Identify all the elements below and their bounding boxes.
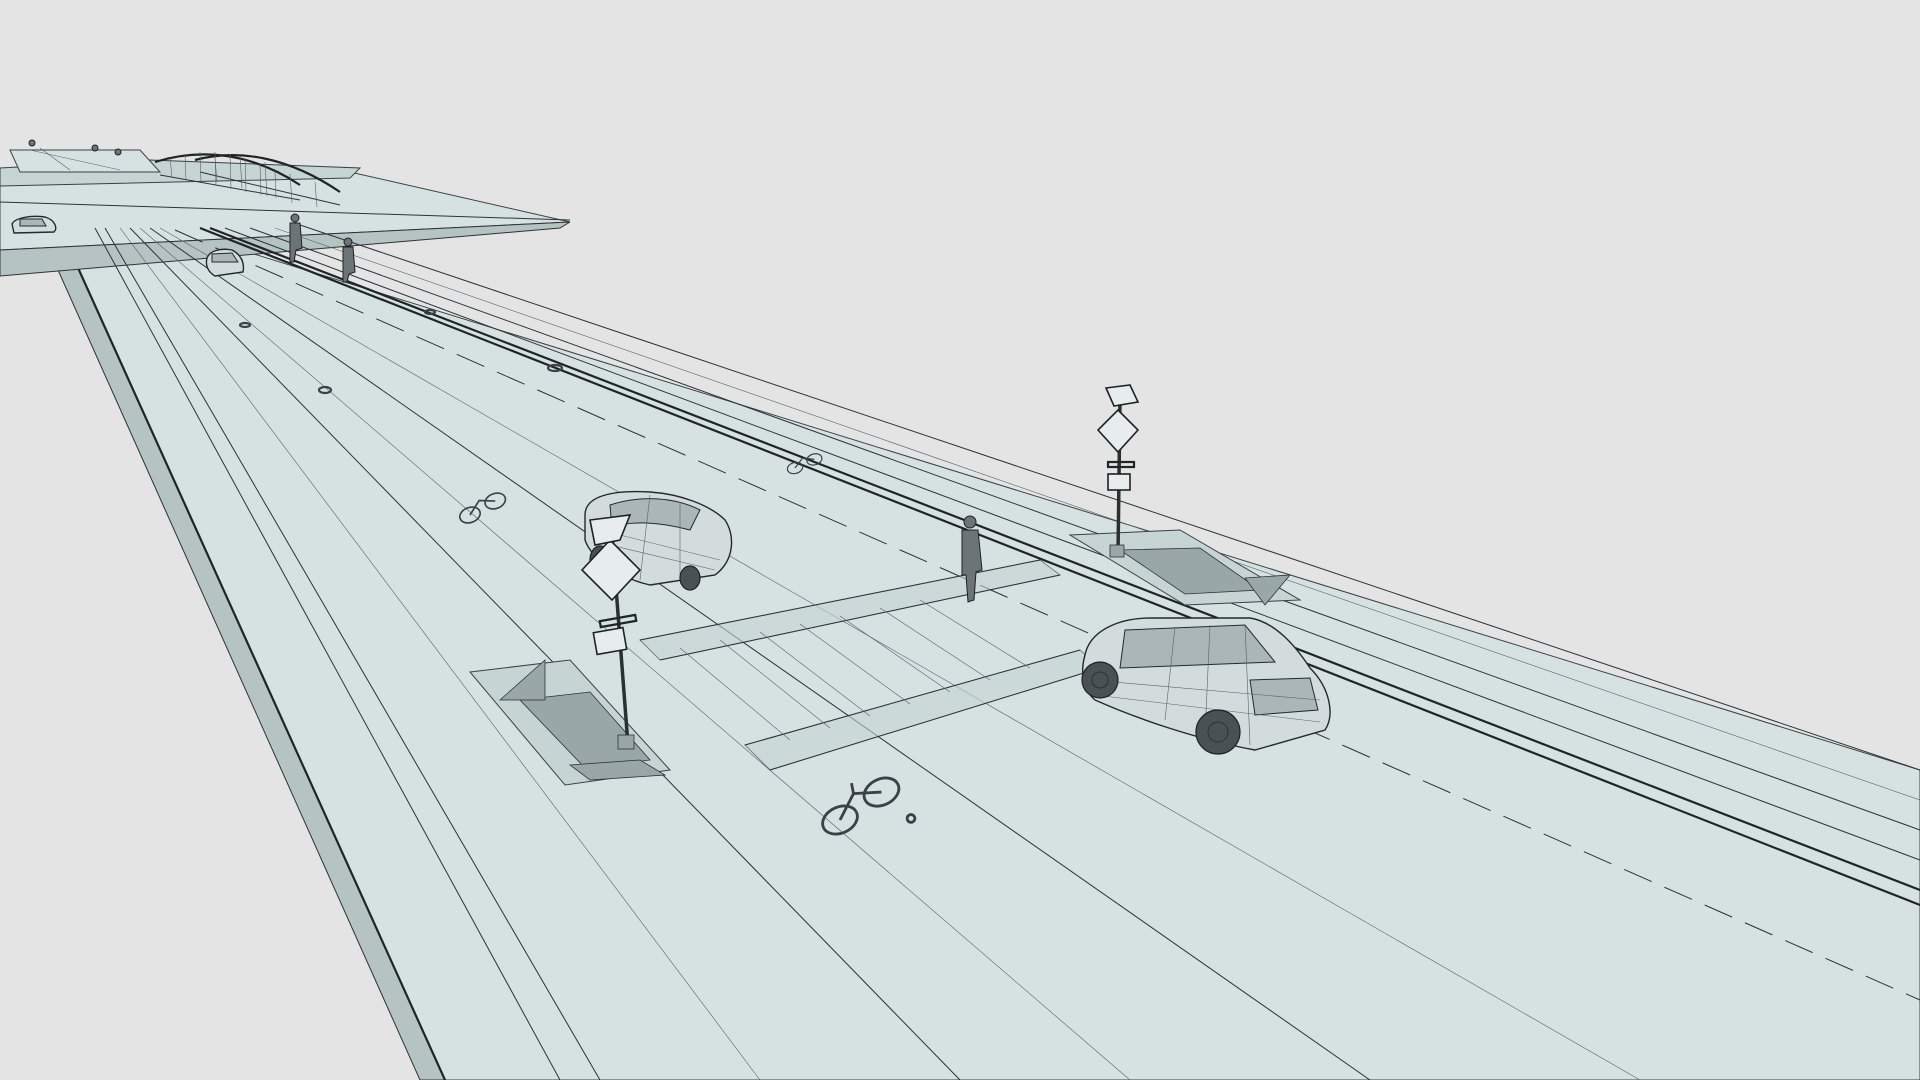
car-distant-road[interactable] [205, 248, 245, 277]
street-slab [57, 227, 1920, 1080]
3d-viewport[interactable] [0, 0, 1920, 1080]
car-far-left[interactable] [11, 215, 57, 234]
wireframe-street-scene[interactable] [0, 0, 1920, 1080]
